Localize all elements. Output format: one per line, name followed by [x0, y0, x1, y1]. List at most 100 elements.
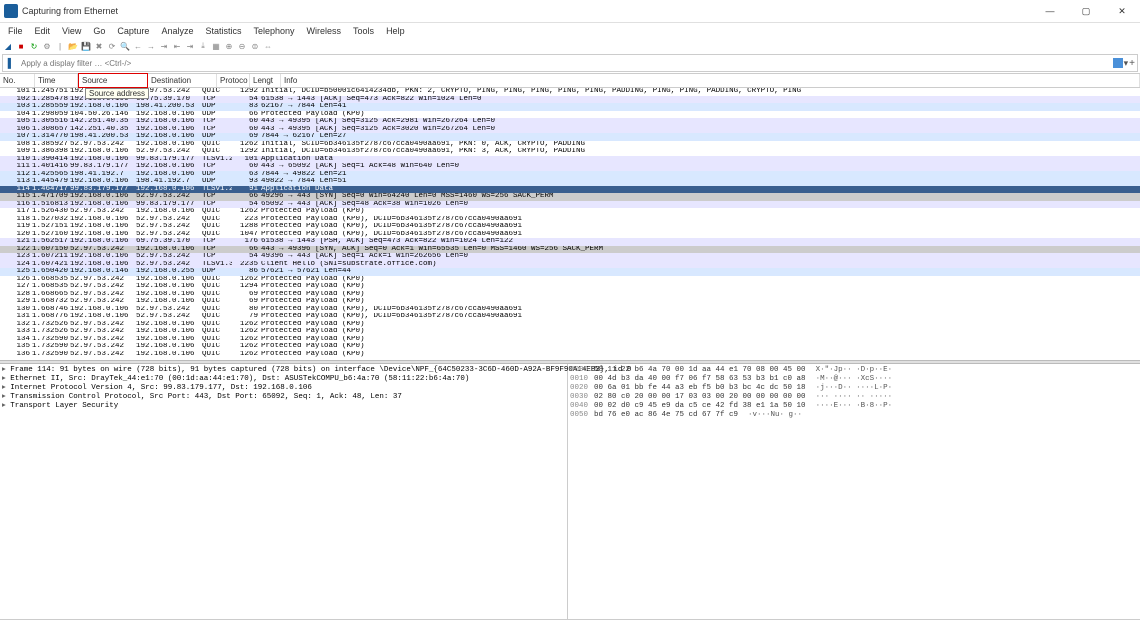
display-filter-input[interactable] [19, 56, 1113, 70]
autoscroll-icon[interactable]: ⤓ [198, 41, 208, 51]
packet-row[interactable]: 1101.390414192.168.0.10699.83.179.177TLS… [0, 156, 1140, 164]
sep: | [55, 41, 65, 51]
packet-row[interactable]: 1201.527160192.168.0.10652.97.53.242QUIC… [0, 231, 1140, 239]
packet-row[interactable]: 1321.73252652.97.53.242192.168.0.106QUIC… [0, 321, 1140, 329]
restart-capture-icon[interactable]: ↻ [29, 41, 39, 51]
packet-row[interactable]: 1181.527032192.168.0.10652.97.53.242QUIC… [0, 216, 1140, 224]
menu-tools[interactable]: Tools [348, 26, 379, 36]
col-source[interactable]: Source [78, 73, 148, 88]
packet-row[interactable]: 1211.562517192.168.0.10669.75.39.170TCP1… [0, 238, 1140, 246]
col-length[interactable]: Lengt [250, 74, 281, 87]
packet-row[interactable]: 1041.298059104.50.26.146192.168.0.106UDP… [0, 111, 1140, 119]
menu-statistics[interactable]: Statistics [200, 26, 246, 36]
filter-expression-button[interactable] [1113, 58, 1123, 68]
resize-cols-icon[interactable]: ⇔ [263, 41, 273, 51]
filter-dropdown-icon[interactable]: ▾ [1124, 58, 1129, 69]
minimize-button[interactable]: — [1032, 0, 1068, 22]
zoom-out-icon[interactable]: ⊖ [237, 41, 247, 51]
packet-row[interactable]: 1141.46471799.83.179.177192.168.0.106TLS… [0, 186, 1140, 194]
packet-row[interactable]: 1281.66866552.97.53.242192.168.0.106QUIC… [0, 291, 1140, 299]
reload-icon[interactable]: ⟳ [107, 41, 117, 51]
packet-row[interactable]: 1091.386398192.168.0.10652.97.53.242QUIC… [0, 148, 1140, 156]
packet-row[interactable]: 1221.60715052.97.53.242192.168.0.106TCP6… [0, 246, 1140, 254]
packet-details[interactable]: Frame 114: 91 bytes on wire (728 bits), … [0, 364, 568, 619]
filter-add-icon[interactable]: + [1129, 58, 1135, 69]
prev-icon[interactable]: ← [133, 41, 143, 51]
menu-telephony[interactable]: Telephony [248, 26, 299, 36]
zoom-in-icon[interactable]: ⊕ [224, 41, 234, 51]
packet-row[interactable]: 1171.52643052.97.53.242192.168.0.106QUIC… [0, 208, 1140, 216]
menu-help[interactable]: Help [381, 26, 410, 36]
packet-row[interactable]: 1271.66853552.97.53.242192.168.0.106QUIC… [0, 283, 1140, 291]
tree-item[interactable]: Transmission Control Protocol, Src Port:… [2, 393, 565, 402]
packet-row[interactable]: 1151.471709192.168.0.10652.97.53.242TCP6… [0, 193, 1140, 201]
menu-capture[interactable]: Capture [112, 26, 154, 36]
hex-row[interactable]: 0050bd 76 e0 ac 86 4e 75 cd 67 7f c9·v··… [570, 411, 1138, 420]
tree-item[interactable]: Transport Layer Security [2, 402, 565, 411]
menu-file[interactable]: File [3, 26, 28, 36]
maximize-button[interactable]: ▢ [1068, 0, 1104, 22]
jump-icon[interactable]: ⇥ [159, 41, 169, 51]
packet-row[interactable]: 1341.73259052.97.53.242192.168.0.106QUIC… [0, 336, 1140, 344]
packet-row[interactable]: 1031.285559192.168.0.106198.41.200.53UDP… [0, 103, 1140, 111]
packet-row[interactable]: 1261.66853552.97.53.242192.168.0.106QUIC… [0, 276, 1140, 284]
start-capture-icon[interactable]: ◢ [3, 41, 13, 51]
tree-item[interactable]: Frame 114: 91 bytes on wire (728 bits), … [2, 366, 565, 375]
packet-row[interactable]: 1081.38592752.97.53.242192.168.0.106QUIC… [0, 141, 1140, 149]
hex-row[interactable]: 004000 02 d0 c9 45 e9 da c5 ce 42 fd 38 … [570, 402, 1138, 411]
colorize-icon[interactable]: ▦ [211, 41, 221, 51]
menu-wireless[interactable]: Wireless [302, 26, 347, 36]
hex-row[interactable]: 003002 80 c0 20 00 00 17 03 03 00 20 00 … [570, 393, 1138, 402]
packet-row[interactable]: 1021.285478192.168.0.10669.75.39.170TCP5… [0, 96, 1140, 104]
close-button[interactable]: ✕ [1104, 0, 1140, 22]
hex-row[interactable]: 000058 11 22 b6 4a 70 00 1d aa 44 e1 70 … [570, 366, 1138, 375]
last-icon[interactable]: ⇥ [185, 41, 195, 51]
packet-list[interactable]: 1011.245751192.168.0.10652.97.53.242QUIC… [0, 88, 1140, 360]
packet-row[interactable]: 1071.314770198.41.200.53192.168.0.106UDP… [0, 133, 1140, 141]
next-icon[interactable]: → [146, 41, 156, 51]
save-icon[interactable]: 💾 [81, 41, 91, 51]
packet-row[interactable]: 1011.245751192.168.0.10652.97.53.242QUIC… [0, 88, 1140, 96]
hex-row[interactable]: 001000 4d b3 da 40 00 f7 06 f7 58 63 53 … [570, 375, 1138, 384]
packet-row[interactable]: 1111.40141699.83.179.177192.168.0.106TCP… [0, 163, 1140, 171]
hex-row[interactable]: 002000 6a 01 bb fe 44 a3 eb f5 b0 b3 bc … [570, 384, 1138, 393]
packet-row[interactable]: 1061.308657142.251.40.35192.168.0.106TCP… [0, 126, 1140, 134]
packet-row[interactable]: 1351.73259052.97.53.242192.168.0.106QUIC… [0, 343, 1140, 351]
packet-row[interactable]: 1241.607421192.168.0.10652.97.53.242TLSv… [0, 261, 1140, 269]
find-icon[interactable]: 🔍 [120, 41, 130, 51]
menu-view[interactable]: View [57, 26, 86, 36]
bookmark-icon[interactable]: ▌ [5, 57, 17, 69]
col-destination[interactable]: Destination [148, 74, 217, 87]
tree-item[interactable]: Ethernet II, Src: DrayTek_44:e1:70 (00:1… [2, 375, 565, 384]
packet-list-header: No. Time Source Destination Protoco Leng… [0, 73, 1140, 88]
packet-row[interactable]: 1131.445479192.168.0.106198.41.192.7UDP9… [0, 178, 1140, 186]
app-icon [4, 4, 18, 18]
packet-row[interactable]: 1331.73252652.97.53.242192.168.0.106QUIC… [0, 328, 1140, 336]
open-file-icon[interactable]: 📂 [68, 41, 78, 51]
options-icon[interactable]: ⚙ [42, 41, 52, 51]
packet-row[interactable]: 1301.668746192.168.0.10652.97.53.242QUIC… [0, 306, 1140, 314]
packet-row[interactable]: 1311.668776192.168.0.10652.97.53.242QUIC… [0, 313, 1140, 321]
packet-row[interactable]: 1231.607211192.168.0.10652.97.53.242TCP5… [0, 253, 1140, 261]
packet-row[interactable]: 1361.73259052.97.53.242192.168.0.106QUIC… [0, 351, 1140, 359]
stop-capture-icon[interactable]: ■ [16, 41, 26, 51]
packet-row[interactable]: 1191.527151192.168.0.10652.97.53.242QUIC… [0, 223, 1140, 231]
menu-edit[interactable]: Edit [30, 26, 56, 36]
col-no[interactable]: No. [0, 74, 35, 87]
menu-go[interactable]: Go [88, 26, 110, 36]
col-info[interactable]: Info [281, 74, 1140, 87]
packet-row[interactable]: 1121.425565198.41.192.7192.168.0.106UDP6… [0, 171, 1140, 179]
packet-row[interactable]: 1161.516813192.168.0.10699.83.179.177TCP… [0, 201, 1140, 209]
tree-item[interactable]: Internet Protocol Version 4, Src: 99.83.… [2, 384, 565, 393]
first-icon[interactable]: ⇤ [172, 41, 182, 51]
packet-row[interactable]: 1251.650420192.168.0.146192.168.0.255UDP… [0, 268, 1140, 276]
col-time[interactable]: Time [35, 74, 78, 87]
menu-analyze[interactable]: Analyze [156, 26, 198, 36]
col-protocol[interactable]: Protoco [217, 74, 250, 87]
packet-row[interactable]: 1051.305516142.251.40.35192.168.0.106TCP… [0, 118, 1140, 126]
zoom-reset-icon[interactable]: ⊜ [250, 41, 260, 51]
packet-bytes[interactable]: 000058 11 22 b6 4a 70 00 1d aa 44 e1 70 … [568, 364, 1140, 619]
close-file-icon[interactable]: ✖ [94, 41, 104, 51]
packet-row[interactable]: 1291.66873252.97.53.242192.168.0.106QUIC… [0, 298, 1140, 306]
display-filter-bar: ▌ ▾ + [2, 54, 1138, 72]
